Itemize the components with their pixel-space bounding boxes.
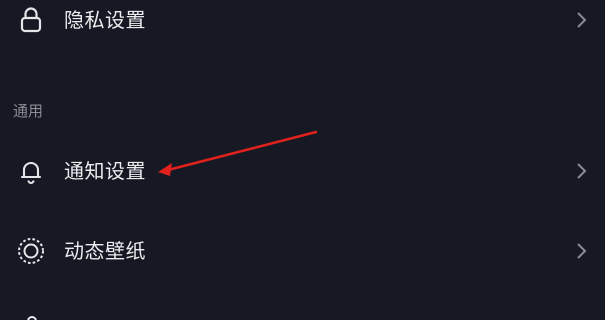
notification-settings-label: 通知设置 xyxy=(64,159,146,183)
chevron-right-icon xyxy=(575,159,589,183)
chevron-right-icon xyxy=(575,239,589,263)
next-row-icon xyxy=(22,310,42,320)
privacy-settings-label: 隐私设置 xyxy=(64,8,146,32)
notification-settings-row[interactable]: 通知设置 xyxy=(0,141,605,201)
live-wallpaper-label: 动态壁纸 xyxy=(64,239,146,263)
bell-icon xyxy=(14,154,48,188)
lock-icon xyxy=(14,3,48,37)
section-header-general: 通用 xyxy=(13,102,44,120)
chevron-right-icon xyxy=(575,8,589,32)
live-wallpaper-row[interactable]: 动态壁纸 xyxy=(0,221,605,281)
settings-screen: 隐私设置 通用 通知设置 动态壁纸 xyxy=(0,0,605,320)
live-wallpaper-icon xyxy=(14,234,48,268)
privacy-settings-row[interactable]: 隐私设置 xyxy=(0,0,605,50)
